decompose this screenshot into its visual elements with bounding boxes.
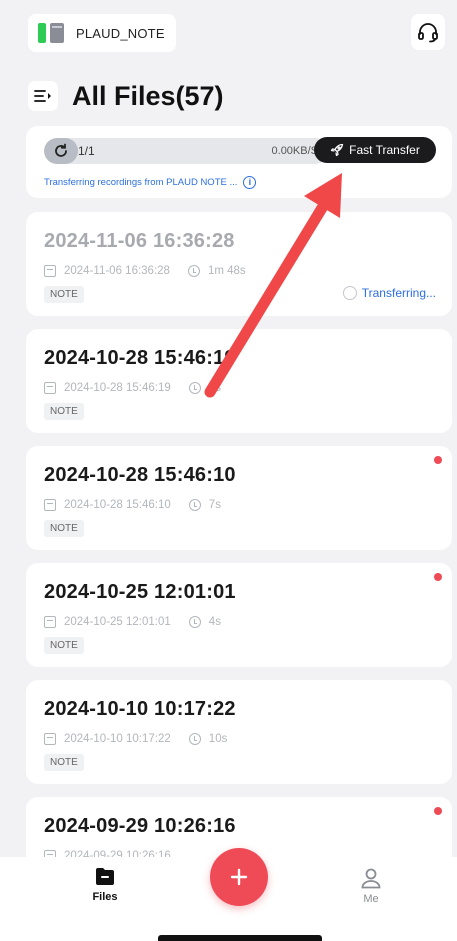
transferring-label: Transferring... xyxy=(361,286,436,300)
unread-dot xyxy=(434,807,442,815)
menu-expand-icon xyxy=(34,90,51,102)
file-title: 2024-10-28 15:46:19 xyxy=(44,347,236,369)
file-title: 2024-10-25 12:01:01 xyxy=(44,581,236,603)
calendar-icon xyxy=(44,382,56,394)
battery-icon xyxy=(38,23,46,43)
rocket-icon xyxy=(331,143,344,157)
transferring-status: Transferring... xyxy=(342,286,436,300)
page-header: All Files(57) xyxy=(28,76,224,116)
clock-icon xyxy=(188,499,201,511)
file-tag: NOTE xyxy=(44,403,84,420)
file-title: 2024-10-28 15:46:10 xyxy=(44,464,236,486)
file-card[interactable]: 2024-11-06 16:36:28 2024-11-06 16:36:28 … xyxy=(26,212,452,316)
file-date: 2024-10-28 15:46:19 xyxy=(64,382,171,394)
calendar-icon xyxy=(44,616,56,628)
file-meta: 2024-10-10 10:17:22 10s xyxy=(44,733,227,745)
headset-icon xyxy=(418,23,438,43)
file-tag: NOTE xyxy=(44,286,84,303)
folder-icon xyxy=(96,868,114,885)
unread-dot xyxy=(434,456,442,464)
file-duration: 7s xyxy=(208,499,221,511)
file-meta: 2024-10-25 12:01:01 4s xyxy=(44,616,221,628)
calendar-icon xyxy=(44,499,56,511)
file-title: 2024-09-29 10:26:16 xyxy=(44,815,236,837)
clock-icon xyxy=(187,265,200,277)
clock-icon xyxy=(188,382,201,394)
home-indicator xyxy=(158,935,322,941)
user-icon xyxy=(361,868,381,889)
file-duration: 10s xyxy=(208,733,228,745)
file-date: 2024-10-28 15:46:10 xyxy=(64,499,171,511)
calendar-icon xyxy=(44,265,56,277)
file-card[interactable]: 2024-10-25 12:01:01 2024-10-25 12:01:01 … xyxy=(26,563,452,667)
transfer-card: 1/1 0.00KB/S Fast Transfer Transferring … xyxy=(26,126,452,198)
loading-ring-icon xyxy=(342,286,357,300)
support-button[interactable] xyxy=(411,14,445,50)
transfer-progress-bar: 1/1 0.00KB/S xyxy=(44,138,328,164)
nav-me[interactable]: Me xyxy=(341,867,401,905)
calendar-icon xyxy=(44,733,56,745)
clock-icon xyxy=(188,616,201,628)
file-title: 2024-11-06 16:36:28 xyxy=(44,230,235,252)
file-duration: 4s xyxy=(208,616,221,628)
file-tag: NOTE xyxy=(44,754,84,771)
info-icon[interactable]: i xyxy=(243,176,257,189)
clock-icon xyxy=(188,733,201,745)
fast-transfer-button[interactable]: Fast Transfer xyxy=(314,137,436,163)
device-icon xyxy=(50,23,64,43)
file-card[interactable]: 2024-10-28 15:46:10 2024-10-28 15:46:10 … xyxy=(26,446,452,550)
file-title: 2024-10-10 10:17:22 xyxy=(44,698,236,720)
file-meta: 2024-10-28 15:46:19 2s xyxy=(44,382,221,394)
file-date: 2024-11-06 16:36:28 xyxy=(64,265,170,277)
transfer-note-text: Transferring recordings from PLAUD NOTE … xyxy=(44,177,238,188)
file-tag: NOTE xyxy=(44,637,84,654)
page-title: All Files(57) xyxy=(72,80,224,111)
file-card[interactable]: 2024-10-28 15:46:19 2024-10-28 15:46:19 … xyxy=(26,329,452,433)
nav-me-label: Me xyxy=(363,893,379,905)
transfer-status-note: Transferring recordings from PLAUD NOTE … xyxy=(44,176,257,189)
file-date: 2024-10-10 10:17:22 xyxy=(64,733,171,745)
add-recording-button[interactable] xyxy=(210,848,268,906)
file-card[interactable]: 2024-10-10 10:17:22 2024-10-10 10:17:22 … xyxy=(26,680,452,784)
device-chip[interactable]: PLAUD_NOTE xyxy=(28,14,176,52)
transfer-speed: 0.00KB/S xyxy=(271,145,318,157)
device-name: PLAUD_NOTE xyxy=(76,25,165,41)
file-date: 2024-10-25 12:01:01 xyxy=(64,616,171,628)
file-duration: 1m 48s xyxy=(207,265,246,277)
plus-icon xyxy=(230,868,248,886)
unread-dot xyxy=(434,573,442,581)
nav-files[interactable]: Files xyxy=(75,867,135,903)
menu-button[interactable] xyxy=(28,81,58,111)
sync-icon xyxy=(55,143,67,157)
file-tag: NOTE xyxy=(44,520,84,537)
file-meta: 2024-10-28 15:46:10 7s xyxy=(44,499,221,511)
fast-transfer-label: Fast Transfer xyxy=(349,143,420,157)
transfer-count: 1/1 xyxy=(78,144,95,158)
nav-files-label: Files xyxy=(92,891,118,903)
file-duration: 2s xyxy=(208,382,221,394)
file-meta: 2024-11-06 16:36:28 1m 48s xyxy=(44,265,246,277)
